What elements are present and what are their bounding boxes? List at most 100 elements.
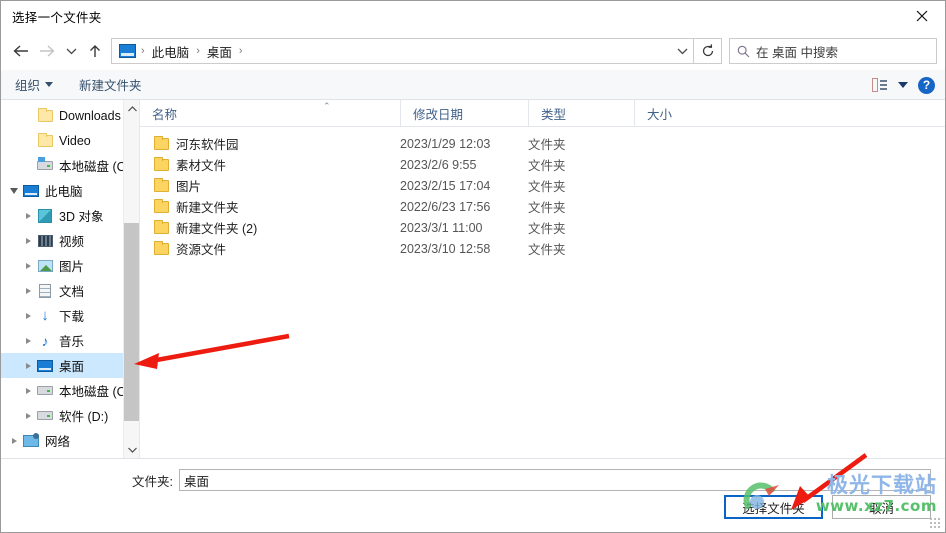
sidebar-item-5[interactable]: 视频 [1, 228, 139, 253]
organize-label: 组织 [15, 79, 41, 93]
cancel-button[interactable]: 取消 [832, 495, 931, 519]
table-row[interactable]: 新建文件夹 2022/6/23 17:56 文件夹 [140, 196, 945, 217]
table-row[interactable]: 新建文件夹 (2) 2023/3/1 11:00 文件夹 [140, 217, 945, 238]
up-arrow-icon[interactable] [81, 37, 108, 65]
sidebar-item-label: 文档 [59, 285, 85, 299]
toolbar-right-group: ? [872, 70, 935, 100]
new-folder-button[interactable]: 新建文件夹 [79, 75, 142, 94]
sidebar-item-8[interactable]: ↓ 下载 [1, 303, 139, 328]
table-row[interactable]: 河东软件园 2023/1/29 12:03 文件夹 [140, 133, 945, 154]
sidebar-scrollbar[interactable] [123, 100, 139, 458]
chevron-right-icon[interactable] [20, 412, 36, 419]
file-name-label: 河东软件园 [176, 138, 239, 152]
sidebar-item-0[interactable]: Downloads [1, 103, 139, 128]
address-chevron-down-icon[interactable] [671, 39, 693, 63]
sidebar-item-11[interactable]: 本地磁盘 (C:) [1, 378, 139, 403]
navigation-bar: › 此电脑 › 桌面 › 在 桌面 中搜索 [1, 32, 945, 70]
file-date-cell: 2023/2/6 9:55 [400, 157, 477, 172]
scroll-up-icon[interactable] [124, 100, 139, 117]
sidebar-item-10[interactable]: 桌面 [1, 353, 139, 378]
drive-icon [36, 383, 54, 399]
page-title: 选择一个文件夹 [12, 11, 102, 25]
sidebar-item-12[interactable]: 软件 (D:) [1, 403, 139, 428]
folder-icon [152, 240, 170, 257]
dialog-footer: 文件夹: 选择文件夹 取消 [1, 458, 945, 532]
sidebar-item-13[interactable]: 网络 [1, 428, 139, 453]
chevron-right-icon[interactable] [20, 337, 36, 344]
folder-tree: Downloads Video 本地磁盘 (C:) 此电脑 3D 对象 视频 图片 文档 ↓ 下载… [1, 100, 139, 453]
sidebar-item-3[interactable]: 此电脑 [1, 178, 139, 203]
file-name-label: 新建文件夹 [176, 201, 239, 215]
search-input[interactable]: 在 桌面 中搜索 [729, 38, 937, 64]
folder-field-label: 文件夹: [132, 474, 173, 489]
dialog-buttons: 选择文件夹 取消 [724, 495, 931, 519]
chevron-right-icon[interactable] [20, 262, 36, 269]
sidebar-item-1[interactable]: Video [1, 128, 139, 153]
folder-icon [152, 156, 170, 173]
chevron-right-icon[interactable] [20, 287, 36, 294]
column-header-size[interactable]: 大小 [634, 100, 716, 126]
file-date-cell: 2023/3/10 12:58 [400, 241, 491, 256]
view-chevron-down-icon[interactable] [898, 82, 908, 88]
file-date-cell: 2023/1/29 12:03 [400, 136, 491, 151]
chevron-right-icon[interactable] [20, 312, 36, 319]
breadcrumb-separator: › [141, 45, 145, 57]
recent-locations-chevron-down-icon[interactable] [61, 37, 81, 65]
file-name-label: 新建文件夹 (2) [176, 222, 258, 236]
column-header-name[interactable]: 名称 [140, 100, 400, 126]
close-icon[interactable] [899, 1, 945, 31]
back-arrow-icon[interactable] [7, 37, 34, 65]
chevron-right-icon[interactable] [6, 437, 22, 444]
column-header-date[interactable]: 修改日期 [400, 100, 528, 126]
sidebar-item-label: 音乐 [59, 335, 85, 349]
chevron-right-icon[interactable] [20, 212, 36, 219]
table-row[interactable]: 素材文件 2023/2/6 9:55 文件夹 [140, 154, 945, 175]
help-button[interactable]: ? [918, 76, 935, 94]
dialog-body: Downloads Video 本地磁盘 (C:) 此电脑 3D 对象 视频 图片 文档 ↓ 下载… [1, 100, 945, 458]
sidebar-item-6[interactable]: 图片 [1, 253, 139, 278]
column-header-type[interactable]: 类型 [528, 100, 634, 126]
sidebar-item-label: 3D 对象 [59, 210, 104, 224]
file-list-pane: 名称 修改日期 类型 大小 ⌃ 河东软件园 2023/1/29 12:03 文件夹素… [140, 100, 945, 458]
file-name-label: 图片 [176, 180, 202, 194]
chevron-right-icon[interactable] [20, 362, 36, 369]
chevron-right-icon[interactable] [20, 237, 36, 244]
file-type-cell: 文件夹 [528, 180, 566, 194]
sidebar-item-2[interactable]: 本地磁盘 (C:) [1, 153, 139, 178]
table-row[interactable]: 资源文件 2023/3/10 12:58 文件夹 [140, 238, 945, 259]
network-icon [22, 432, 40, 449]
sidebar-item-label: 桌面 [59, 360, 85, 374]
organize-button[interactable]: 组织 [15, 75, 54, 94]
address-bar[interactable]: › 此电脑 › 桌面 › [111, 38, 694, 64]
new-folder-label: 新建文件夹 [79, 79, 142, 93]
sidebar-scrollbar-thumb[interactable] [124, 223, 139, 421]
drive-icon [36, 408, 54, 424]
sidebar-item-label: Downloads [59, 108, 121, 123]
refresh-icon[interactable] [694, 38, 722, 64]
sidebar-item-4[interactable]: 3D 对象 [1, 203, 139, 228]
scroll-down-icon[interactable] [124, 441, 139, 458]
music-icon: ♪ [41, 332, 49, 349]
chevron-down-icon[interactable] [6, 187, 22, 194]
search-placeholder: 在 桌面 中搜索 [756, 45, 838, 60]
breadcrumb: › 此电脑 › 桌面 › [112, 40, 671, 63]
file-date-cell: 2023/3/1 11:00 [400, 220, 483, 235]
sidebar-item-7[interactable]: 文档 [1, 278, 139, 303]
chevron-right-icon[interactable] [20, 387, 36, 394]
folder-name-input[interactable] [178, 469, 931, 491]
breadcrumb-item-desktop[interactable]: 桌面 [203, 40, 236, 63]
file-name-cell: 图片 [140, 176, 400, 195]
folder-icon [152, 219, 170, 236]
this-pc-icon [22, 183, 40, 199]
sidebar-item-9[interactable]: ♪ 音乐 [1, 328, 139, 353]
chevron-down-icon [45, 82, 54, 87]
view-options-icon[interactable] [872, 78, 888, 92]
breadcrumb-item-this-pc[interactable]: 此电脑 [148, 40, 194, 63]
sidebar-item-label: 此电脑 [45, 185, 83, 199]
table-row[interactable]: 图片 2023/2/15 17:04 文件夹 [140, 175, 945, 196]
resize-grip[interactable] [929, 517, 941, 529]
select-folder-button[interactable]: 选择文件夹 [724, 495, 823, 519]
sidebar-item-label: 图片 [59, 260, 85, 274]
this-pc-icon [119, 44, 136, 58]
breadcrumb-separator[interactable]: › [236, 45, 246, 57]
